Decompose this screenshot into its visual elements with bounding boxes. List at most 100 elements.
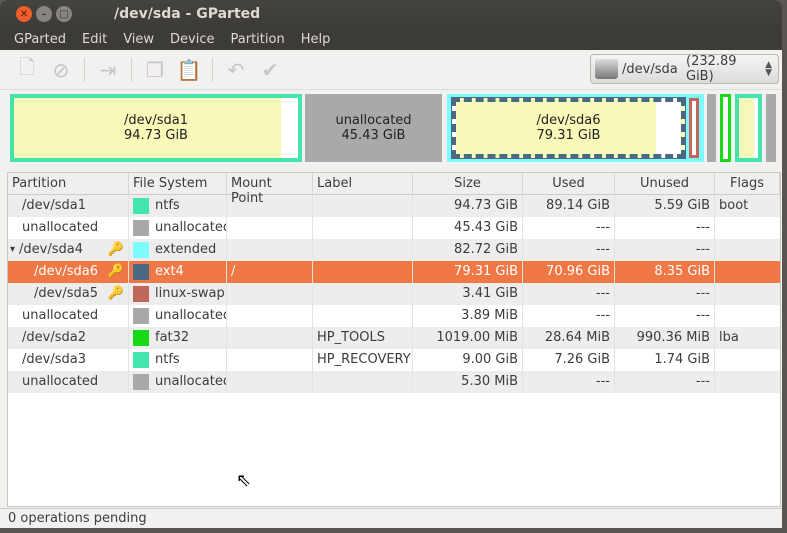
window-title: /dev/sda - GParted — [114, 6, 261, 22]
cell-label — [313, 371, 413, 393]
fs-name: unallocated — [155, 374, 227, 389]
cell-used: 70.96 GiB — [523, 261, 615, 283]
cell-unused: 1.74 GiB — [615, 349, 715, 371]
cell-label — [313, 261, 413, 283]
delete-icon[interactable]: ⊘ — [48, 57, 74, 83]
cell-mount — [227, 217, 313, 239]
apply-icon[interactable]: ✔ — [257, 57, 283, 83]
resize-move-icon[interactable]: ⇥ — [95, 57, 121, 83]
graph-sda3[interactable] — [735, 94, 762, 162]
fs-color-swatch — [133, 352, 149, 368]
col-flags[interactable]: Flags — [715, 173, 780, 194]
table-row[interactable]: /dev/sda5 🔑 linux-swap 3.41 GiB --- --- — [8, 283, 780, 305]
menu-partition[interactable]: Partition — [223, 32, 293, 47]
fs-color-swatch — [133, 264, 149, 280]
col-size[interactable]: Size — [413, 173, 523, 194]
cell-filesystem: ntfs — [129, 349, 227, 371]
device-selector[interactable]: /dev/sda (232.89 GiB) ▲ ▼ — [590, 54, 779, 84]
menu-device[interactable]: Device — [162, 32, 222, 47]
cell-used: --- — [523, 371, 615, 393]
col-label[interactable]: Label — [313, 173, 413, 194]
table-row[interactable]: ▾ /dev/sda4 🔑 extended 82.72 GiB --- --- — [8, 239, 780, 261]
table-row[interactable]: /dev/sda2 fat32 HP_TOOLS 1019.00 MiB 28.… — [8, 327, 780, 349]
partition-name: /dev/sda6 — [34, 264, 98, 279]
new-icon[interactable]: 🗋 — [14, 55, 40, 83]
menu-help[interactable]: Help — [293, 32, 339, 47]
cell-used: --- — [523, 305, 615, 327]
graph-sda5[interactable] — [689, 98, 699, 158]
cell-filesystem: ntfs — [129, 195, 227, 217]
col-partition[interactable]: Partition — [8, 173, 129, 194]
cell-partition: unallocated — [8, 305, 129, 327]
close-button[interactable]: ✕ — [16, 6, 32, 22]
minimize-button[interactable]: – — [36, 6, 52, 22]
graph-sda1[interactable]: /dev/sda1 94.73 GiB — [10, 94, 302, 162]
key-icon: 🔑 — [107, 242, 124, 257]
table-row[interactable]: unallocated unallocated 45.43 GiB --- --… — [8, 217, 780, 239]
expander-icon[interactable]: ▾ — [10, 239, 15, 261]
cell-label — [313, 239, 413, 261]
cell-label: HP_RECOVERY — [313, 349, 413, 371]
undo-icon[interactable]: ↶ — [223, 57, 249, 83]
cell-mount — [227, 349, 313, 371]
col-unused[interactable]: Unused — [615, 173, 715, 194]
cell-partition: /dev/sda6 🔑 — [8, 261, 129, 283]
table-row[interactable]: /dev/sda1 ntfs 94.73 GiB 89.14 GiB 5.59 … — [8, 195, 780, 217]
fs-name: ntfs — [155, 198, 180, 213]
cell-filesystem: ext4 — [129, 261, 227, 283]
graph-sda2[interactable] — [720, 94, 731, 162]
table-row[interactable]: unallocated unallocated 5.30 MiB --- --- — [8, 371, 780, 393]
cell-filesystem: fat32 — [129, 327, 227, 349]
partition-name: /dev/sda5 — [34, 286, 98, 301]
graph-unallocated-end[interactable] — [766, 94, 776, 162]
menu-gparted[interactable]: GParted — [6, 32, 74, 47]
table-row[interactable]: /dev/sda3 ntfs HP_RECOVERY 9.00 GiB 7.26… — [8, 349, 780, 371]
device-size: (232.89 GiB) — [686, 54, 737, 84]
fs-color-swatch — [133, 220, 149, 236]
graph-label: /dev/sda1 — [124, 113, 188, 128]
fs-color-swatch — [133, 374, 149, 390]
graph-sda6[interactable]: /dev/sda6 79.31 GiB — [451, 97, 686, 159]
fs-name: linux-swap — [155, 286, 225, 301]
partition-name: /dev/sda2 — [22, 330, 86, 345]
fs-color-swatch — [133, 308, 149, 324]
graph-unallocated[interactable]: unallocated 45.43 GiB — [305, 94, 442, 162]
device-name: /dev/sda — [622, 61, 678, 77]
partition-table: Partition File System Mount Point Label … — [7, 172, 781, 507]
table-header: Partition File System Mount Point Label … — [8, 173, 780, 206]
cell-label — [313, 217, 413, 239]
cell-mount — [227, 239, 313, 261]
separator — [84, 57, 85, 82]
partition-name: unallocated — [22, 220, 99, 235]
fs-color-swatch — [133, 330, 149, 346]
col-used[interactable]: Used — [523, 173, 615, 194]
graph-label: /dev/sda6 — [536, 113, 601, 128]
status-bar: 0 operations pending — [0, 508, 782, 528]
key-icon: 🔑 — [107, 264, 124, 279]
partition-name: unallocated — [22, 374, 99, 389]
copy-icon[interactable]: ❐ — [142, 57, 168, 83]
cell-filesystem: unallocated — [129, 217, 227, 239]
cell-used: 28.64 MiB — [523, 327, 615, 349]
paste-icon[interactable]: 📋 — [176, 57, 202, 83]
menu-bar: GParted Edit View Device Partition Help — [0, 28, 782, 50]
cell-size: 94.73 GiB — [413, 195, 523, 217]
maximize-button[interactable]: □ — [56, 6, 72, 22]
cell-filesystem: unallocated — [129, 305, 227, 327]
graph-unallocated-small[interactable] — [707, 94, 716, 162]
fs-color-swatch — [133, 286, 149, 302]
cell-flags: lba — [719, 330, 739, 345]
table-row[interactable]: /dev/sda6 🔑 ext4 / 79.31 GiB 70.96 GiB 8.… — [8, 261, 780, 283]
table-row[interactable]: unallocated unallocated 3.89 MiB --- --- — [8, 305, 780, 327]
cell-size: 1019.00 MiB — [413, 327, 523, 349]
menu-view[interactable]: View — [115, 32, 162, 47]
col-filesystem[interactable]: File System — [129, 173, 227, 194]
col-mount-point[interactable]: Mount Point — [227, 173, 313, 206]
cell-unused: 990.36 MiB — [615, 327, 715, 349]
fs-name: unallocated — [155, 220, 227, 235]
menu-edit[interactable]: Edit — [74, 32, 115, 47]
fs-name: extended — [155, 242, 217, 257]
toolbar: 🗋 ⊘ ⇥ ❐ 📋 ↶ ✔ /dev/sda (232.89 GiB) ▲ ▼ — [0, 50, 782, 90]
cell-label — [313, 195, 413, 217]
cell-filesystem: linux-swap — [129, 283, 227, 305]
